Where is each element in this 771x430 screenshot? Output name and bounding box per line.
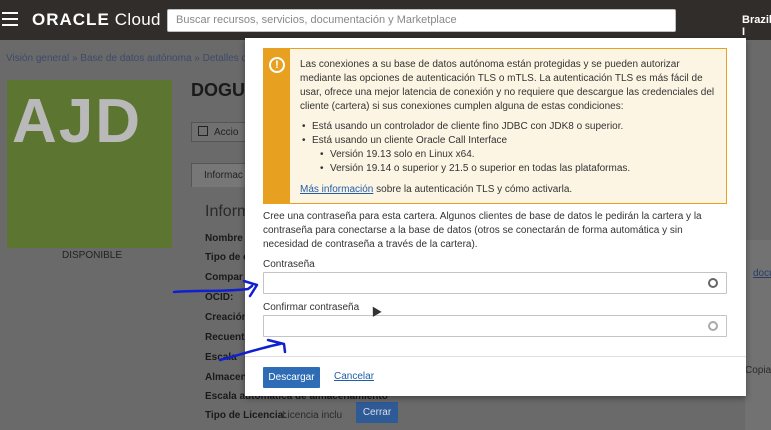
documentation-link[interactable]: docu bbox=[753, 268, 771, 279]
show-password-icon[interactable] bbox=[708, 278, 718, 288]
password-label: Contraseña bbox=[263, 259, 315, 270]
confirm-password-label: Confirmar contraseña bbox=[263, 302, 360, 313]
download-button[interactable]: Descargar bbox=[263, 367, 320, 388]
oracle-cloud-logo[interactable]: ORACLE Cloud bbox=[32, 10, 161, 30]
field-label-compartment: Compar bbox=[205, 272, 243, 283]
password-field[interactable] bbox=[263, 272, 727, 294]
more-info-link[interactable]: Más información bbox=[300, 184, 373, 195]
tls-info-alert: ! Las conexiones a su base de datos autó… bbox=[263, 48, 727, 204]
show-password-icon[interactable] bbox=[708, 321, 718, 331]
wallet-password-description: Cree una contraseña para esta cartera. A… bbox=[263, 211, 702, 250]
field-value-license-type: Licencia inclu bbox=[282, 410, 343, 421]
alert-list-item: Está usando un cliente Oracle Call Inter… bbox=[300, 134, 720, 148]
cancel-link[interactable]: Cancelar bbox=[334, 371, 374, 382]
search-placeholder: Buscar recursos, servicios, documentació… bbox=[176, 14, 457, 26]
alert-accent-bar: ! bbox=[264, 49, 290, 203]
field-label-ocid: OCID: bbox=[205, 292, 234, 303]
hamburger-menu-icon[interactable] bbox=[2, 12, 18, 26]
alert-paragraph: Las conexiones a su base de datos autóno… bbox=[300, 59, 715, 112]
status-label: DISPONIBLE bbox=[62, 250, 123, 261]
field-label-count: Recuento bbox=[205, 332, 251, 343]
field-label-storage: Almacen bbox=[205, 372, 247, 383]
field-label-created: Creación bbox=[205, 312, 248, 323]
confirm-password-field[interactable] bbox=[263, 315, 727, 337]
field-label-type: Tipo de c bbox=[205, 252, 249, 263]
page-title: DOGU bbox=[191, 80, 245, 100]
database-type-tile-text: AJD bbox=[12, 87, 143, 156]
region-selector[interactable]: Brazil I bbox=[742, 14, 771, 38]
alert-list-item: Está usando un controlador de cliente fi… bbox=[300, 120, 720, 134]
external-link-icon bbox=[198, 126, 208, 136]
alert-body: Las conexiones a su base de datos autóno… bbox=[300, 58, 720, 197]
actions-button[interactable]: Accio bbox=[191, 122, 251, 142]
copy-link[interactable]: Copiar bbox=[745, 365, 771, 376]
top-navigation-bar: ORACLE Cloud Buscar recursos, servicios,… bbox=[0, 0, 771, 40]
section-title: Inform bbox=[205, 203, 251, 220]
breadcrumb[interactable]: Visión general » Base de datos autónoma … bbox=[6, 53, 262, 64]
download-wallet-dialog: ! Las conexiones a su base de datos autó… bbox=[245, 38, 746, 396]
tab-information[interactable]: Informac bbox=[191, 163, 251, 187]
alert-sublist-item: Versión 19.13 solo en Linux x64. bbox=[300, 148, 720, 162]
warning-icon: ! bbox=[269, 57, 285, 73]
field-label-license-type: Tipo de Licencia: bbox=[205, 410, 287, 421]
alert-footer: Más información sobre la autenticación T… bbox=[300, 184, 573, 195]
footer-divider bbox=[245, 356, 746, 357]
field-label-scale: Escala bbox=[205, 352, 237, 363]
search-input[interactable]: Buscar recursos, servicios, documentació… bbox=[167, 9, 676, 32]
close-button[interactable]: Cerrar bbox=[356, 402, 398, 423]
alert-sublist-item: Versión 19.14 o superior y 21.5 o superi… bbox=[300, 162, 720, 176]
alert-list: Está usando un controlador de cliente fi… bbox=[300, 120, 720, 176]
